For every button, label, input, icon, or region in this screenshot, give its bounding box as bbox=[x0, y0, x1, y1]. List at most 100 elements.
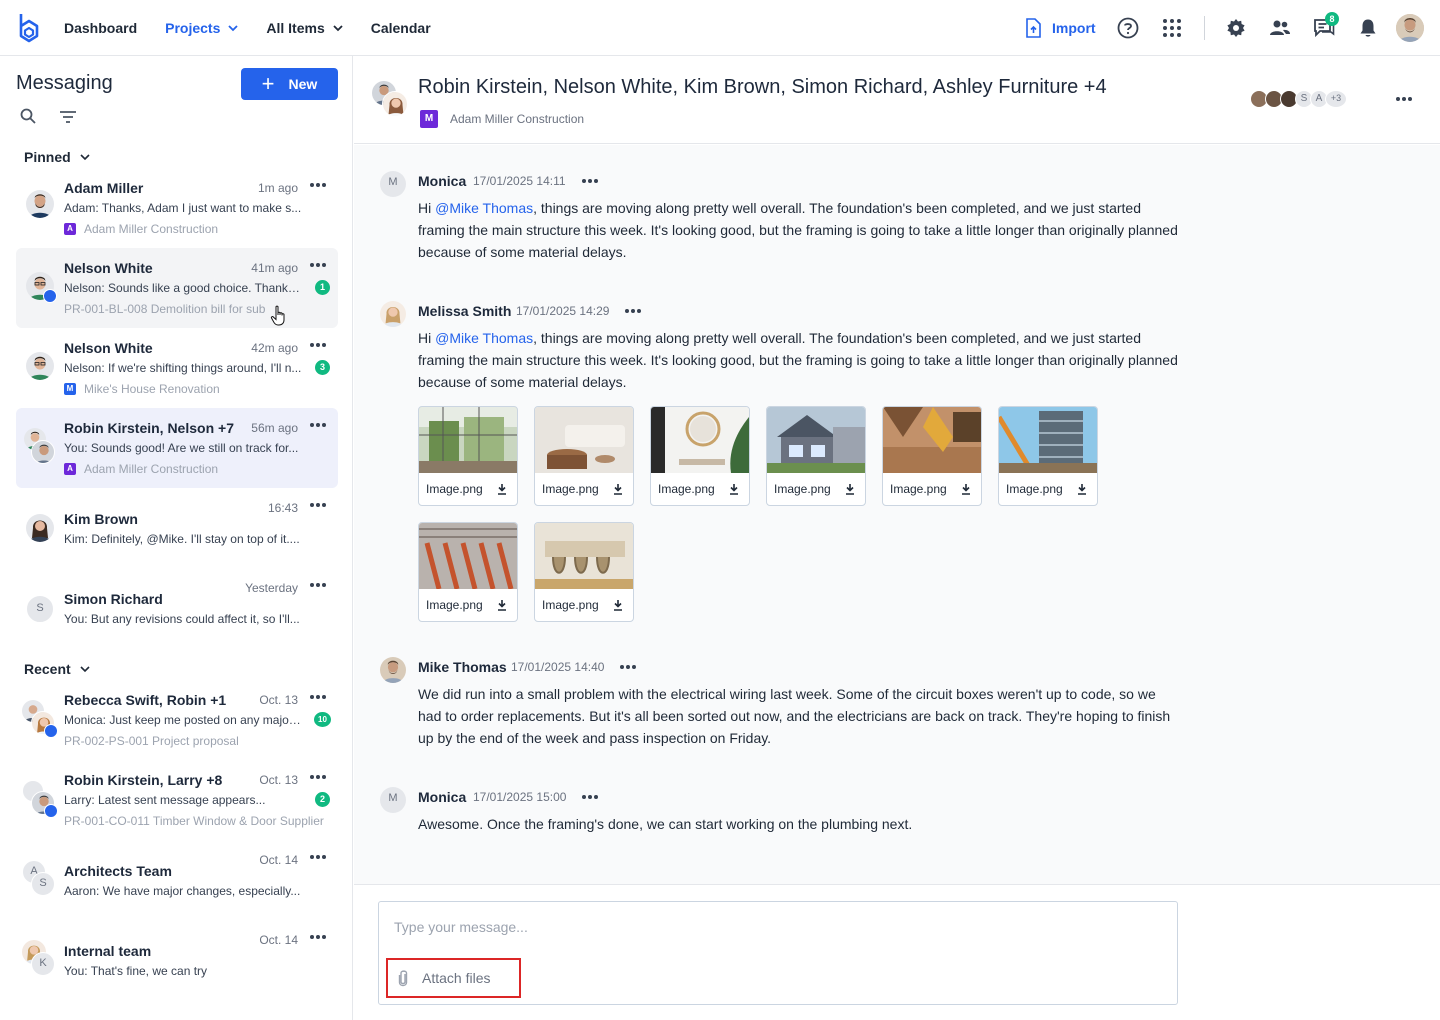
recent-label: Recent bbox=[24, 661, 71, 677]
download-icon[interactable] bbox=[497, 599, 507, 611]
conversation-item[interactable]: K Internal team Oct. 14 You: That's fine… bbox=[16, 920, 338, 1000]
mention-link[interactable]: @Mike Thomas bbox=[435, 330, 533, 346]
filter-icon[interactable] bbox=[59, 110, 77, 124]
unread-count-badge: 3 bbox=[315, 360, 330, 375]
member-avatars[interactable]: S A +3 bbox=[1250, 90, 1347, 110]
more-options-icon[interactable] bbox=[581, 176, 599, 186]
conversation-item[interactable]: Robin Kirstein, Larry +8 Oct. 13 Larry: … bbox=[16, 760, 338, 840]
project-badge: M bbox=[64, 383, 76, 395]
conversation-time: Oct. 14 bbox=[259, 853, 298, 867]
more-options-icon[interactable] bbox=[309, 258, 327, 272]
attachment-thumbnail bbox=[419, 523, 517, 589]
download-icon[interactable] bbox=[729, 483, 739, 495]
conversation-time: 1m ago bbox=[257, 181, 298, 195]
file-upload-icon bbox=[1026, 18, 1041, 38]
avatar: S bbox=[26, 595, 54, 623]
nav-dashboard-label: Dashboard bbox=[64, 20, 138, 36]
download-icon[interactable] bbox=[961, 483, 971, 495]
conversation-name: Internal team bbox=[64, 943, 152, 959]
composer-area: Attach files bbox=[354, 884, 1440, 1020]
mention-link[interactable]: @Mike Thomas bbox=[435, 200, 533, 216]
conversation-item[interactable]: Rebecca Swift, Robin +1 Oct. 13 Monica: … bbox=[16, 680, 338, 760]
apps-grid-icon[interactable] bbox=[1160, 16, 1184, 40]
download-icon[interactable] bbox=[497, 483, 507, 495]
conversation-project: M Mike's House Renovation bbox=[64, 382, 220, 396]
more-options-icon[interactable] bbox=[619, 662, 637, 672]
image-attachment[interactable]: Image.png bbox=[534, 522, 634, 622]
conversation-preview: Adam: Thanks, Adam I just want to make s… bbox=[64, 201, 302, 215]
more-options-icon[interactable] bbox=[309, 770, 327, 784]
image-attachment[interactable]: Image.png bbox=[418, 522, 518, 622]
download-icon[interactable] bbox=[845, 483, 855, 495]
more-options-icon[interactable] bbox=[1395, 93, 1413, 105]
notifications-bell-icon[interactable] bbox=[1356, 16, 1380, 40]
project-name: PR-001-BL-008 Demolition bill for sub bbox=[64, 302, 266, 316]
message-author: Monica bbox=[418, 789, 467, 805]
more-options-icon[interactable] bbox=[309, 850, 327, 864]
nav-projects-label: Projects bbox=[165, 20, 221, 36]
import-label: Import bbox=[1052, 20, 1096, 36]
settings-gear-icon[interactable] bbox=[1224, 16, 1248, 40]
conversation-project[interactable]: M Adam Miller Construction bbox=[420, 110, 584, 128]
image-attachment[interactable]: Image.png bbox=[418, 406, 518, 506]
avatar bbox=[380, 657, 406, 683]
download-icon[interactable] bbox=[613, 599, 623, 611]
help-icon[interactable] bbox=[1116, 16, 1140, 40]
more-options-icon[interactable] bbox=[581, 792, 599, 802]
more-options-icon[interactable] bbox=[309, 690, 327, 704]
more-options-icon[interactable] bbox=[624, 306, 642, 316]
attachment-thumbnail bbox=[999, 407, 1097, 473]
conversation-item[interactable]: Kim Brown 16:43 Kim: Definitely, @Mike. … bbox=[16, 488, 338, 568]
conversation-preview: Nelson: Sounds like a good choice. Thank… bbox=[64, 281, 302, 295]
import-button[interactable]: Import bbox=[1025, 18, 1096, 38]
attachment-thumbnail bbox=[535, 407, 633, 473]
nav-dashboard[interactable]: Dashboard bbox=[64, 0, 137, 56]
pinned-section-toggle[interactable]: Pinned bbox=[24, 149, 90, 165]
avatar bbox=[26, 514, 54, 542]
conversation-item-selected[interactable]: Robin Kirstein, Nelson +7 56m ago You: S… bbox=[16, 408, 338, 488]
nav-projects[interactable]: Projects bbox=[165, 0, 239, 56]
attachment-filename: Image.png bbox=[426, 598, 483, 612]
project-name: Adam Miller Construction bbox=[84, 462, 219, 476]
attachment-thumbnail bbox=[883, 407, 981, 473]
app-logo[interactable] bbox=[17, 12, 41, 44]
more-options-icon[interactable] bbox=[309, 338, 327, 352]
group-chat-badge-icon bbox=[44, 724, 58, 738]
search-icon[interactable] bbox=[20, 108, 36, 124]
paperclip-icon bbox=[398, 970, 408, 987]
message-text-part: Hi bbox=[418, 200, 436, 216]
more-options-icon[interactable] bbox=[309, 178, 327, 192]
more-options-icon[interactable] bbox=[309, 930, 327, 944]
conversation-item[interactable]: S Simon Richard Yesterday You: But any r… bbox=[16, 568, 338, 648]
top-nav-bar: Dashboard Projects All Items Calendar Im… bbox=[0, 0, 1440, 56]
image-attachment[interactable]: Image.png bbox=[766, 406, 866, 506]
image-attachment[interactable]: Image.png bbox=[650, 406, 750, 506]
nav-all-items-label: All Items bbox=[266, 20, 325, 36]
attach-files-button[interactable]: Attach files bbox=[386, 958, 521, 998]
conversation-item[interactable]: Nelson White 42m ago Nelson: If we're sh… bbox=[16, 328, 338, 408]
more-options-icon[interactable] bbox=[309, 498, 327, 512]
download-icon[interactable] bbox=[1077, 483, 1087, 495]
new-message-button[interactable]: + New bbox=[241, 68, 338, 100]
nav-calendar[interactable]: Calendar bbox=[371, 0, 431, 56]
more-options-icon[interactable] bbox=[309, 418, 327, 432]
image-attachment[interactable]: Image.png bbox=[998, 406, 1098, 506]
conversation-project: PR-002-PS-001 Project proposal bbox=[64, 734, 239, 748]
image-attachment[interactable]: Image.png bbox=[534, 406, 634, 506]
nav-all-items[interactable]: All Items bbox=[266, 0, 343, 56]
more-options-icon[interactable] bbox=[309, 578, 327, 592]
team-users-icon[interactable] bbox=[1268, 16, 1292, 40]
member-more-count: +3 bbox=[1325, 90, 1347, 108]
user-avatar[interactable] bbox=[1396, 14, 1424, 42]
conversation-item[interactable]: Adam Miller 1m ago Adam: Thanks, Adam I … bbox=[16, 168, 338, 248]
conversation-name: Robin Kirstein, Nelson +7 bbox=[64, 420, 234, 436]
recent-section-toggle[interactable]: Recent bbox=[24, 661, 90, 677]
message-time: 17/01/2025 14:11 bbox=[473, 174, 566, 188]
image-attachment[interactable]: Image.png bbox=[882, 406, 982, 506]
message-input[interactable] bbox=[394, 916, 1154, 938]
conversation-item[interactable]: A S Architects Team Oct. 14 Aaron: We ha… bbox=[16, 840, 338, 920]
conversation-preview: Aaron: We have major changes, especially… bbox=[64, 884, 301, 898]
avatar: M bbox=[380, 171, 406, 197]
download-icon[interactable] bbox=[613, 483, 623, 495]
conversation-name: Nelson White bbox=[64, 260, 153, 276]
